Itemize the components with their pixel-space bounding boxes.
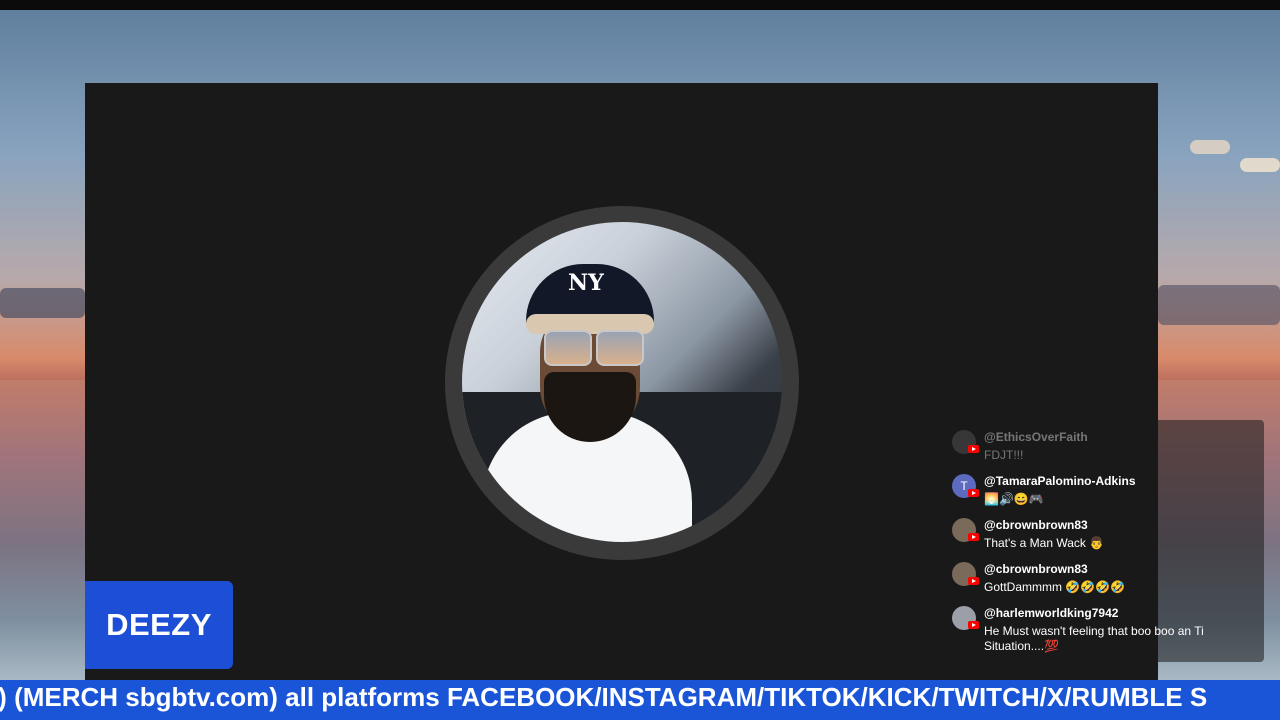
speaker-nameplate: DEEZY [85,581,233,669]
chat-text: GottDammmm 🤣🤣🤣🤣 [984,580,1126,594]
cloud [0,288,85,318]
youtube-icon [968,489,979,497]
top-bar [0,0,1280,10]
chat-text: That's a Man Wack 👨 [984,536,1105,550]
cap-logo: NY [568,270,604,296]
youtube-icon [968,445,979,453]
avatar-sunglasses [544,330,644,366]
chat-text: He Must wasn't feeling that boo boo an T… [984,624,1204,653]
chat-username: @cbrownbrown83 [984,518,1088,532]
cloud [1240,158,1280,172]
lens [596,330,644,366]
ticker-text: ') (MERCH sbgbtv.com) all platforms FACE… [0,682,1208,712]
chat-username: @cbrownbrown83 [984,562,1088,576]
youtube-icon [968,577,979,585]
youtube-icon [968,533,979,541]
youtube-icon [968,621,979,629]
chat-overlay: @EthicsOverFaith FDJT!!! T @TamaraPalomi… [946,420,1264,662]
chat-username: @EthicsOverFaith [984,430,1088,444]
cloud [1190,140,1230,154]
cloud [1158,285,1280,325]
speaker-name: DEEZY [106,607,212,642]
chat-text: 🌅🔊😄🎮 [984,492,1044,506]
chat-username: @TamaraPalomino-Adkins [984,474,1136,488]
news-ticker: ') (MERCH sbgbtv.com) all platforms FACE… [0,680,1280,720]
chat-text: FDJT!!! [984,448,1024,462]
chat-username: @harlemworldking7942 [984,606,1119,620]
speaker-avatar: NY [462,222,782,542]
lens [544,330,592,366]
